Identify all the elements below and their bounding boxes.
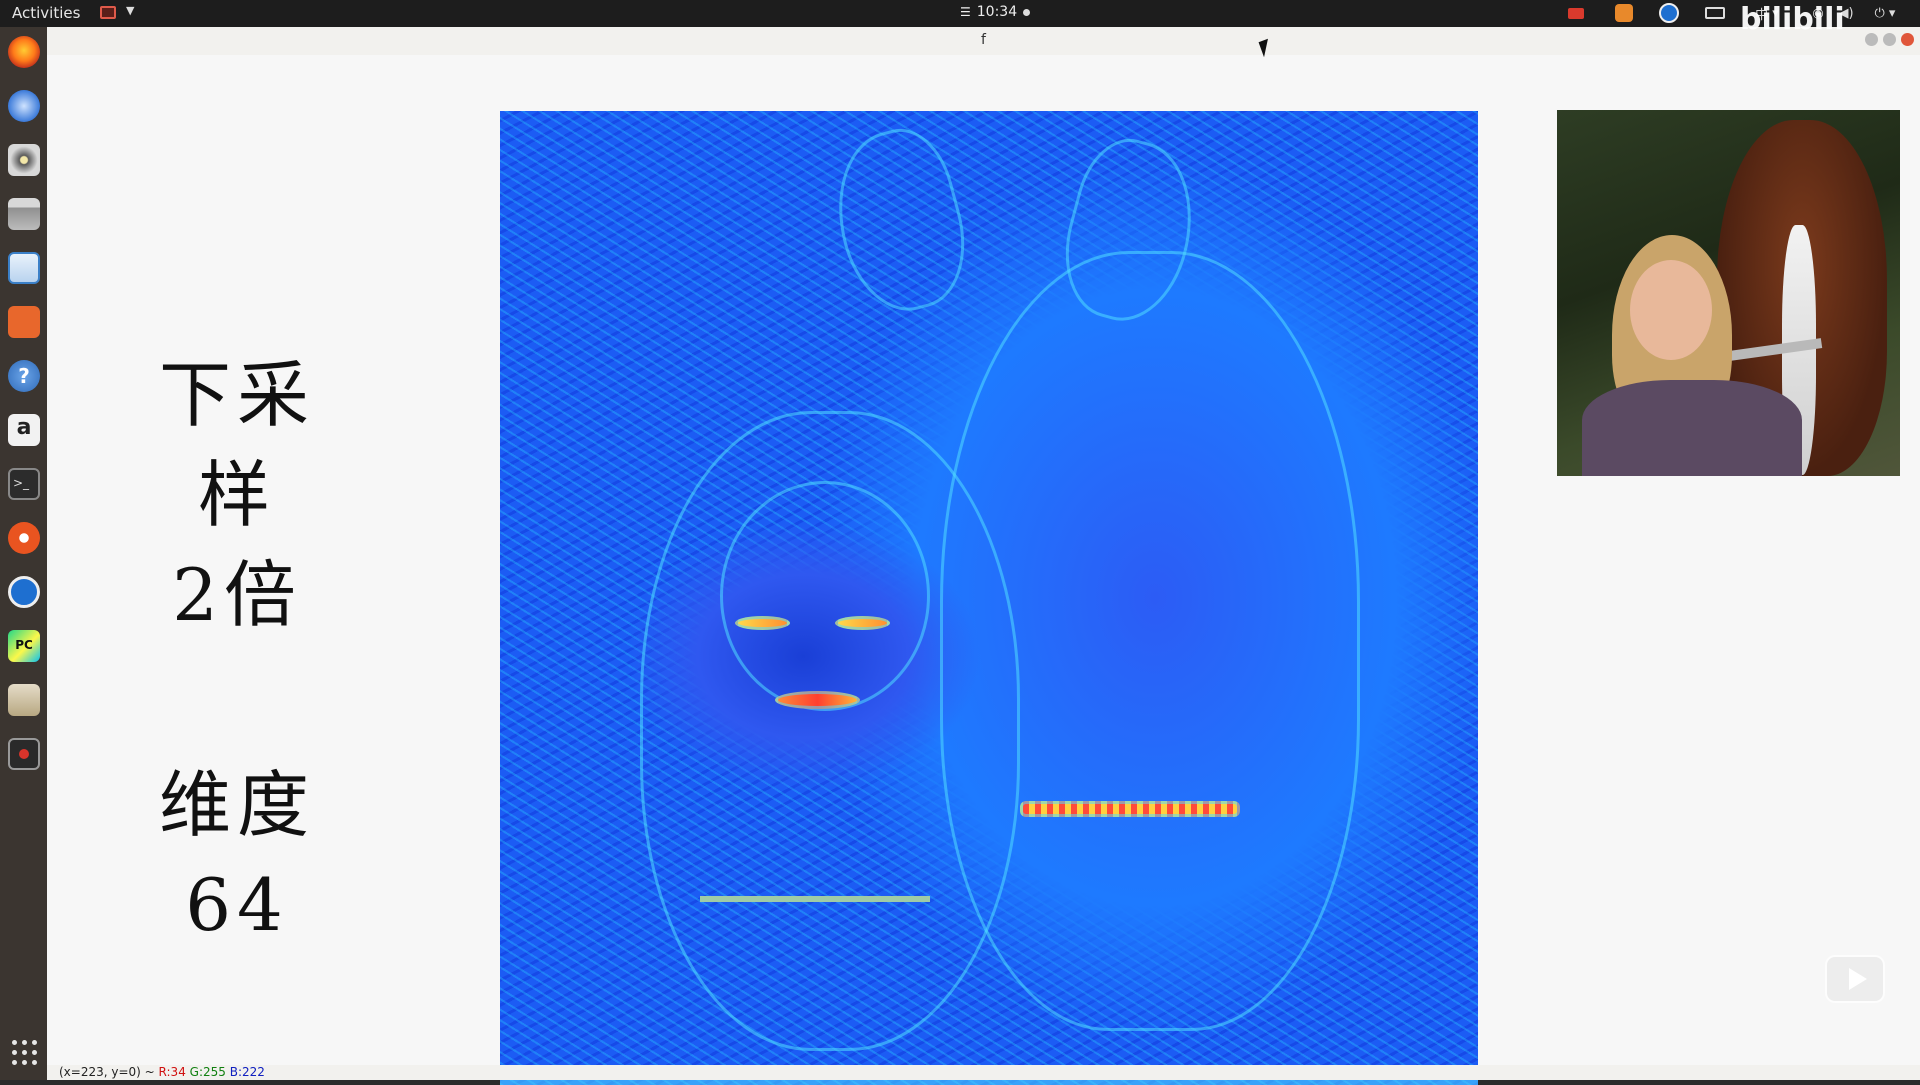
- help-icon[interactable]: ?: [8, 360, 40, 392]
- app-indicator-icon[interactable]: [100, 6, 116, 19]
- feature-map-horse-edge: [940, 251, 1360, 1031]
- feature-map-image[interactable]: [500, 111, 1478, 1085]
- photo-girl-shirt: [1582, 380, 1802, 476]
- figure-canvas[interactable]: 下采样 2倍 维度 64: [47, 55, 1920, 1085]
- top-panel: Activities ▼ ☰ 10:34 中 ▾ ◉ ◀) ⏻ ▾: [0, 0, 1920, 27]
- original-photo: [1557, 110, 1900, 476]
- ubuntu-store-icon[interactable]: [8, 522, 40, 554]
- downsample-label: 下采样: [158, 353, 315, 537]
- notification-list-icon: ☰: [960, 5, 971, 19]
- dimension-label: 维度: [158, 763, 315, 847]
- screen-recorder-icon[interactable]: [8, 738, 40, 770]
- minimize-icon[interactable]: [1865, 33, 1878, 46]
- clock-time: 10:34: [976, 4, 1018, 20]
- pixel-red-value: R:34: [158, 1065, 186, 1079]
- launcher-dock: ? a >_ PC: [0, 27, 47, 1080]
- dimension-value-label: 64: [185, 863, 289, 947]
- feature-map-face-edge: [720, 481, 930, 711]
- files-icon[interactable]: [8, 198, 40, 230]
- image-viewer-icon[interactable]: [8, 684, 40, 716]
- photo-girl-face: [1630, 260, 1712, 360]
- status-bar: (x=223, y=0) ~ R:34 G:255 B:222: [47, 1065, 1920, 1080]
- weibo-icon[interactable]: [1614, 3, 1634, 23]
- show-applications-icon[interactable]: [12, 1040, 38, 1066]
- bilibili-watermark: bilibili: [1740, 2, 1845, 37]
- chevron-down-icon[interactable]: ▼: [126, 4, 134, 17]
- teamviewer-app-icon[interactable]: [8, 576, 40, 608]
- feature-map-halter-highlight: [1020, 801, 1240, 817]
- power-icon[interactable]: ⏻ ▾: [1868, 3, 1902, 23]
- pixel-blue-value: B:222: [229, 1065, 265, 1079]
- clock[interactable]: ☰ 10:34: [960, 4, 1031, 20]
- window-title: f: [47, 27, 1920, 55]
- thunderbird-icon[interactable]: [8, 90, 40, 122]
- keyboard-icon[interactable]: [1705, 3, 1725, 23]
- close-icon[interactable]: [1901, 33, 1914, 46]
- feature-map-eye-highlight: [735, 616, 790, 630]
- feature-map-ear-edge: [818, 118, 982, 324]
- firefox-icon[interactable]: [8, 36, 40, 68]
- camera-icon[interactable]: [1566, 3, 1586, 23]
- libreoffice-writer-icon[interactable]: [8, 252, 40, 284]
- feature-map-mouth-highlight: [775, 691, 860, 709]
- figure-text-labels: 下采样 2倍 维度 64: [137, 345, 337, 955]
- pycharm-icon[interactable]: PC: [8, 630, 40, 662]
- feature-map-eye-highlight: [835, 616, 890, 630]
- play-icon[interactable]: [1825, 955, 1885, 1003]
- figure-window: f 下采样 2倍 维度 64 (x=223, y=0) ~ R:34 G:255…: [47, 27, 1920, 1085]
- notification-dot-icon: [1023, 8, 1031, 16]
- teamviewer-icon[interactable]: [1659, 3, 1679, 23]
- maximize-icon[interactable]: [1883, 33, 1896, 46]
- window-controls: [1865, 33, 1914, 46]
- amazon-icon[interactable]: a: [8, 414, 40, 446]
- pixel-green-value: G:255: [189, 1065, 226, 1079]
- activities-button[interactable]: Activities: [12, 4, 80, 22]
- ubuntu-software-icon[interactable]: [8, 306, 40, 338]
- downsample-factor-label: 2倍: [172, 553, 302, 637]
- feature-map-collar-highlight: [700, 896, 930, 902]
- cursor-coordinates: (x=223, y=0) ~: [59, 1065, 155, 1079]
- rhythmbox-icon[interactable]: [8, 144, 40, 176]
- terminal-icon[interactable]: >_: [8, 468, 40, 500]
